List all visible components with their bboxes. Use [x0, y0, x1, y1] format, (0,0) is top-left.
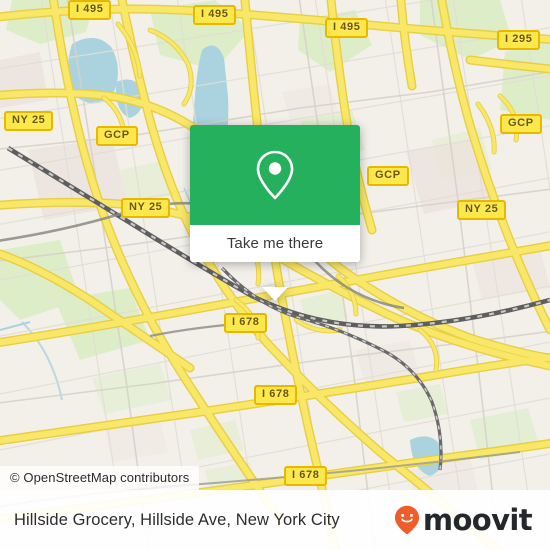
footer-bar: Hillside Grocery, Hillside Ave, New York… — [0, 490, 550, 550]
osm-attribution[interactable]: © OpenStreetMap contributors — [0, 466, 200, 490]
highway-shield: NY 25 — [457, 200, 507, 220]
highway-shield: NY 25 — [121, 198, 171, 218]
highway-shield: I 678 — [284, 466, 328, 486]
moovit-logo[interactable]: moovit — [394, 503, 533, 537]
map-screenshot: I 495 I 495 I 495 I 295 NY 25 GCP GCP NY 25 GCP N… — [0, 0, 550, 550]
highway-shield: GCP — [96, 126, 138, 146]
moovit-pin-smiley-icon — [394, 505, 419, 535]
map-pin-icon — [256, 150, 294, 200]
destination-popup-card[interactable]: Take me there — [190, 125, 360, 301]
place-title: Hillside Grocery, Hillside Ave, New York… — [14, 510, 340, 529]
popup-icon-panel — [190, 125, 360, 225]
highway-shield: I 495 — [193, 5, 237, 25]
moovit-wordmark: moovit — [422, 503, 533, 537]
highway-shield: I 495 — [325, 18, 369, 38]
take-me-there-label: Take me there — [226, 235, 324, 252]
highway-shield: I 295 — [497, 30, 541, 50]
highway-shield: I 678 — [254, 385, 298, 405]
popup-pointer-tail — [262, 287, 288, 301]
highway-shield: I 495 — [68, 0, 112, 20]
highway-shield: NY 25 — [4, 111, 54, 131]
highway-shield: I 678 — [224, 313, 268, 333]
highway-shield: GCP — [367, 166, 409, 186]
popup-action-panel[interactable]: Take me there — [190, 225, 360, 262]
highway-shield: GCP — [500, 114, 542, 134]
